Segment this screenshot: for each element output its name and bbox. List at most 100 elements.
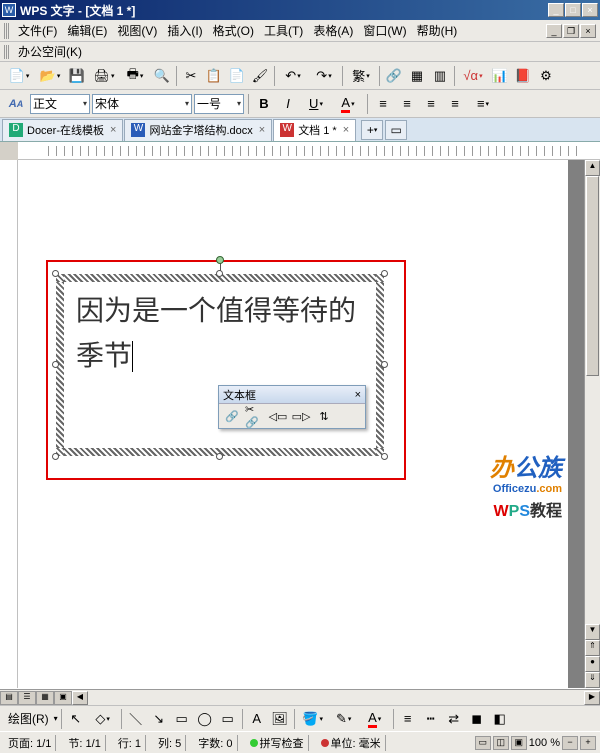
text-direction-button[interactable]: ⇅ xyxy=(313,406,335,426)
status-unit[interactable]: 单位: 毫米 xyxy=(317,735,386,751)
menu-view[interactable]: 视图(V) xyxy=(113,20,161,41)
size-combo[interactable]: 一号▾ xyxy=(194,94,244,114)
resize-handle-n[interactable] xyxy=(216,270,223,277)
preview-button[interactable]: 🔍 xyxy=(151,65,173,87)
view-outline-button[interactable]: ☰ xyxy=(18,691,36,705)
redo-button[interactable]: ↷▾ xyxy=(309,65,339,87)
subbar-handle[interactable] xyxy=(4,45,10,59)
resize-handle-s[interactable] xyxy=(216,453,223,460)
break-link-button[interactable]: ✂🔗 xyxy=(244,406,266,426)
doc-close-button[interactable]: × xyxy=(580,24,596,38)
zoom-fit-button[interactable]: ▭ xyxy=(475,736,491,750)
tab-close-icon[interactable]: × xyxy=(110,124,116,136)
line-button[interactable]: ＼ xyxy=(125,708,147,730)
link-text-button[interactable]: 🔗 xyxy=(221,406,243,426)
new-button[interactable]: 📄▾ xyxy=(4,65,34,87)
prev-box-button[interactable]: ◁▭ xyxy=(267,406,289,426)
vertical-scrollbar[interactable]: ▲ ▼ ⇑ ● ⇓ xyxy=(584,160,600,688)
doc-minimize-button[interactable]: _ xyxy=(546,24,562,38)
paste-button[interactable]: 📄 xyxy=(226,65,248,87)
draw-menu[interactable]: 绘图(R) xyxy=(4,708,53,729)
save-button[interactable]: 💾 xyxy=(66,65,88,87)
font-color-button-2[interactable]: A▾ xyxy=(360,708,390,730)
align-justify-button[interactable]: ≡ xyxy=(444,93,466,115)
view-normal-button[interactable]: ▤ xyxy=(0,691,18,705)
hyperlink-button[interactable]: 🔗 xyxy=(383,65,405,87)
table-button[interactable]: ▦ xyxy=(406,65,428,87)
column-button[interactable]: ▥ xyxy=(429,65,451,87)
tab-close-icon[interactable]: × xyxy=(259,124,265,136)
style-combo[interactable]: 正文▾ xyxy=(30,94,90,114)
cut-button[interactable]: ✂ xyxy=(180,65,202,87)
tab-docx[interactable]: W 网站金字塔结构.docx × xyxy=(124,119,272,141)
rotation-handle[interactable] xyxy=(216,256,224,264)
rect-button[interactable]: ▭ xyxy=(171,708,193,730)
italic-button[interactable]: I xyxy=(277,93,299,115)
equation-button[interactable]: √α▾ xyxy=(458,65,488,87)
menu-window[interactable]: 窗口(W) xyxy=(359,20,410,41)
browse-object-button[interactable]: ● xyxy=(585,656,600,672)
workspace-link[interactable]: 办公空间(K) xyxy=(14,41,86,62)
bold-button[interactable]: B xyxy=(253,93,275,115)
autoshapes-button[interactable]: ◇▾ xyxy=(88,708,118,730)
open-button[interactable]: 📂▾ xyxy=(35,65,65,87)
resize-handle-sw[interactable] xyxy=(52,453,59,460)
font-combo[interactable]: 宋体▾ xyxy=(92,94,192,114)
scroll-up-button[interactable]: ▲ xyxy=(585,160,600,176)
menu-help[interactable]: 帮助(H) xyxy=(413,20,462,41)
scroll-left-button[interactable]: ◀ xyxy=(72,691,88,705)
resize-handle-w[interactable] xyxy=(52,361,59,368)
shadow-button[interactable]: ◼ xyxy=(466,708,488,730)
menubar-handle[interactable] xyxy=(4,23,10,39)
undo-button[interactable]: ↶▾ xyxy=(278,65,308,87)
dash-style-button[interactable]: ┅ xyxy=(420,708,442,730)
view-page-button[interactable]: ▦ xyxy=(36,691,54,705)
convert-button[interactable]: 繁▾ xyxy=(346,65,376,87)
toolbox-close-icon[interactable]: × xyxy=(355,389,361,401)
3d-button[interactable]: ◧ xyxy=(489,708,511,730)
ruler-vertical[interactable] xyxy=(0,160,18,688)
picture-button[interactable]: 🖼 xyxy=(269,708,291,730)
menu-file[interactable]: 文件(F) xyxy=(14,20,61,41)
arrow-style-button[interactable]: ⇄ xyxy=(443,708,465,730)
zoom-page-button[interactable]: ◫ xyxy=(493,736,509,750)
scroll-right-button[interactable]: ▶ xyxy=(584,691,600,705)
resize-handle-e[interactable] xyxy=(381,361,388,368)
view-web-button[interactable]: ▣ xyxy=(54,691,72,705)
align-left-button[interactable]: ≡ xyxy=(372,93,394,115)
font-color-button[interactable]: A▾ xyxy=(333,93,363,115)
textbox-button[interactable]: ▭ xyxy=(217,708,239,730)
print-button[interactable]: 🖶▾ xyxy=(120,65,150,87)
underline-button[interactable]: U▾ xyxy=(301,93,331,115)
zoom-out-button[interactable]: − xyxy=(562,736,578,750)
styles-button[interactable]: AA xyxy=(4,93,28,115)
pdf-button[interactable]: 📕 xyxy=(512,65,534,87)
scroll-down-button[interactable]: ▼ xyxy=(585,624,600,640)
menu-table[interactable]: 表格(A) xyxy=(309,20,357,41)
tab-current[interactable]: W 文档 1 * × xyxy=(273,119,356,141)
next-box-button[interactable]: ▭▷ xyxy=(290,406,312,426)
line-style-button[interactable]: ≡ xyxy=(397,708,419,730)
zoom-in-button[interactable]: + xyxy=(580,736,596,750)
resize-handle-nw[interactable] xyxy=(52,270,59,277)
status-spell[interactable]: 拼写检查 xyxy=(246,735,309,751)
resize-handle-se[interactable] xyxy=(381,453,388,460)
page-down-button[interactable]: ⇓ xyxy=(585,672,600,688)
horizontal-scrollbar[interactable]: ▤ ☰ ▦ ▣ ◀ ▶ xyxy=(0,689,600,705)
align-center-button[interactable]: ≡ xyxy=(396,93,418,115)
wordart-button[interactable]: A xyxy=(246,708,268,730)
close-button[interactable]: × xyxy=(582,3,598,17)
minimize-button[interactable]: _ xyxy=(548,3,564,17)
tab-docer[interactable]: D Docer-在线模板 × xyxy=(2,119,123,141)
page-up-button[interactable]: ⇑ xyxy=(585,640,600,656)
doc-restore-button[interactable]: ❐ xyxy=(563,24,579,38)
ruler-horizontal[interactable] xyxy=(18,142,600,160)
tab-list-button[interactable]: ▭ xyxy=(385,120,407,140)
arrow-button[interactable]: ↘ xyxy=(148,708,170,730)
export-button[interactable]: 🖨▾ xyxy=(89,65,119,87)
select-button[interactable]: ↖ xyxy=(65,708,87,730)
new-tab-button[interactable]: +▾ xyxy=(361,120,383,140)
maximize-button[interactable]: □ xyxy=(565,3,581,17)
toolbox-header[interactable]: 文本框 × xyxy=(219,386,365,404)
line-spacing-button[interactable]: ≡▾ xyxy=(468,93,498,115)
